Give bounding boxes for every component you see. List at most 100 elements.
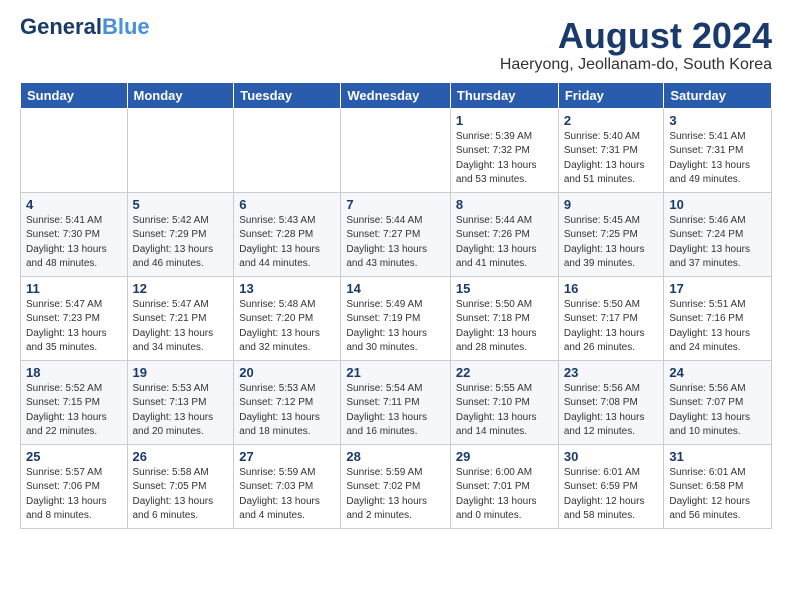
day-number: 12 <box>133 281 229 296</box>
day-info: Sunrise: 5:41 AM Sunset: 7:31 PM Dayligh… <box>669 130 766 188</box>
day-number: 3 <box>669 113 766 128</box>
day-number: 19 <box>133 365 229 380</box>
day-info: Sunrise: 5:39 AM Sunset: 7:32 PM Dayligh… <box>456 130 553 188</box>
table-row: 13 Sunrise: 5:48 AM Sunset: 7:20 PM Dayli… <box>234 276 341 360</box>
day-info: Sunrise: 5:59 AM Sunset: 7:02 PM Dayligh… <box>346 466 445 524</box>
day-info: Sunrise: 5:44 AM Sunset: 7:27 PM Dayligh… <box>346 214 445 272</box>
header-thursday: Thursday <box>450 82 558 108</box>
day-number: 8 <box>456 197 553 212</box>
day-info: Sunrise: 5:48 AM Sunset: 7:20 PM Dayligh… <box>239 298 335 356</box>
day-info: Sunrise: 5:43 AM Sunset: 7:28 PM Dayligh… <box>239 214 335 272</box>
day-info: Sunrise: 5:58 AM Sunset: 7:05 PM Dayligh… <box>133 466 229 524</box>
day-info: Sunrise: 6:01 AM Sunset: 6:59 PM Dayligh… <box>564 466 659 524</box>
logo-text: GeneralBlue <box>20 16 150 38</box>
header-wednesday: Wednesday <box>341 82 451 108</box>
calendar-week-row: 18 Sunrise: 5:52 AM Sunset: 7:15 PM Dayli… <box>21 360 772 444</box>
table-row: 21 Sunrise: 5:54 AM Sunset: 7:11 PM Dayli… <box>341 360 451 444</box>
calendar-week-row: 1 Sunrise: 5:39 AM Sunset: 7:32 PM Daylig… <box>21 108 772 192</box>
day-number: 9 <box>564 197 659 212</box>
header: GeneralBlue August 2024 Haeryong, Jeolla… <box>20 16 772 74</box>
day-number: 14 <box>346 281 445 296</box>
table-row <box>341 108 451 192</box>
table-row: 12 Sunrise: 5:47 AM Sunset: 7:21 PM Dayli… <box>127 276 234 360</box>
table-row: 2 Sunrise: 5:40 AM Sunset: 7:31 PM Daylig… <box>558 108 664 192</box>
table-row: 7 Sunrise: 5:44 AM Sunset: 7:27 PM Daylig… <box>341 192 451 276</box>
day-number: 31 <box>669 449 766 464</box>
day-number: 17 <box>669 281 766 296</box>
table-row: 30 Sunrise: 6:01 AM Sunset: 6:59 PM Dayli… <box>558 444 664 528</box>
table-row: 22Sunrise: 5:55 AM Sunset: 7:10 PM Dayli… <box>450 360 558 444</box>
day-info: Sunrise: 5:57 AM Sunset: 7:06 PM Dayligh… <box>26 466 122 524</box>
header-monday: Monday <box>127 82 234 108</box>
table-row: 4Sunrise: 5:41 AM Sunset: 7:30 PM Daylig… <box>21 192 128 276</box>
day-info: Sunrise: 5:42 AM Sunset: 7:29 PM Dayligh… <box>133 214 229 272</box>
header-saturday: Saturday <box>664 82 772 108</box>
calendar-week-row: 25 Sunrise: 5:57 AM Sunset: 7:06 PM Dayli… <box>21 444 772 528</box>
day-number: 4 <box>26 197 122 212</box>
day-number: 29 <box>456 449 553 464</box>
day-info: Sunrise: 5:47 AM Sunset: 7:21 PM Dayligh… <box>133 298 229 356</box>
table-row: 27 Sunrise: 5:59 AM Sunset: 7:03 PM Dayli… <box>234 444 341 528</box>
day-info: Sunrise: 6:01 AM Sunset: 6:58 PM Dayligh… <box>669 466 766 524</box>
day-info: Sunrise: 5:52 AM Sunset: 7:15 PM Dayligh… <box>26 382 122 440</box>
day-info: Sunrise: 5:53 AM Sunset: 7:13 PM Dayligh… <box>133 382 229 440</box>
day-number: 22 <box>456 365 553 380</box>
header-tuesday: Tuesday <box>234 82 341 108</box>
day-number: 2 <box>564 113 659 128</box>
day-number: 26 <box>133 449 229 464</box>
weekday-header-row: Sunday Monday Tuesday Wednesday Thursday… <box>21 82 772 108</box>
day-number: 7 <box>346 197 445 212</box>
day-info: Sunrise: 5:40 AM Sunset: 7:31 PM Dayligh… <box>564 130 659 188</box>
day-number: 23 <box>564 365 659 380</box>
day-number: 25 <box>26 449 122 464</box>
day-number: 5 <box>133 197 229 212</box>
day-number: 6 <box>239 197 335 212</box>
day-number: 28 <box>346 449 445 464</box>
day-info: Sunrise: 5:59 AM Sunset: 7:03 PM Dayligh… <box>239 466 335 524</box>
table-row: 31 Sunrise: 6:01 AM Sunset: 6:58 PM Dayli… <box>664 444 772 528</box>
table-row: 29 Sunrise: 6:00 AM Sunset: 7:01 PM Dayli… <box>450 444 558 528</box>
table-row: 15 Sunrise: 5:50 AM Sunset: 7:18 PM Dayli… <box>450 276 558 360</box>
table-row: 28 Sunrise: 5:59 AM Sunset: 7:02 PM Dayli… <box>341 444 451 528</box>
table-row: 10Sunrise: 5:46 AM Sunset: 7:24 PM Dayli… <box>664 192 772 276</box>
location-title: Haeryong, Jeollanam-do, South Korea <box>500 56 772 74</box>
day-info: Sunrise: 5:44 AM Sunset: 7:26 PM Dayligh… <box>456 214 553 272</box>
day-info: Sunrise: 5:45 AM Sunset: 7:25 PM Dayligh… <box>564 214 659 272</box>
day-number: 24 <box>669 365 766 380</box>
table-row: 20Sunrise: 5:53 AM Sunset: 7:12 PM Dayli… <box>234 360 341 444</box>
day-info: Sunrise: 6:00 AM Sunset: 7:01 PM Dayligh… <box>456 466 553 524</box>
day-info: Sunrise: 5:54 AM Sunset: 7:11 PM Dayligh… <box>346 382 445 440</box>
day-info: Sunrise: 5:50 AM Sunset: 7:18 PM Dayligh… <box>456 298 553 356</box>
day-number: 18 <box>26 365 122 380</box>
table-row: 23 Sunrise: 5:56 AM Sunset: 7:08 PM Dayli… <box>558 360 664 444</box>
table-row: 24 Sunrise: 5:56 AM Sunset: 7:07 PM Dayli… <box>664 360 772 444</box>
day-info: Sunrise: 5:56 AM Sunset: 7:07 PM Dayligh… <box>669 382 766 440</box>
day-number: 30 <box>564 449 659 464</box>
day-info: Sunrise: 5:53 AM Sunset: 7:12 PM Dayligh… <box>239 382 335 440</box>
day-number: 15 <box>456 281 553 296</box>
header-sunday: Sunday <box>21 82 128 108</box>
table-row: 5 Sunrise: 5:42 AM Sunset: 7:29 PM Daylig… <box>127 192 234 276</box>
table-row: 18 Sunrise: 5:52 AM Sunset: 7:15 PM Dayli… <box>21 360 128 444</box>
header-friday: Friday <box>558 82 664 108</box>
day-number: 16 <box>564 281 659 296</box>
day-number: 1 <box>456 113 553 128</box>
table-row: 6 Sunrise: 5:43 AM Sunset: 7:28 PM Daylig… <box>234 192 341 276</box>
day-info: Sunrise: 5:56 AM Sunset: 7:08 PM Dayligh… <box>564 382 659 440</box>
calendar-week-row: 4Sunrise: 5:41 AM Sunset: 7:30 PM Daylig… <box>21 192 772 276</box>
day-number: 10 <box>669 197 766 212</box>
table-row: 16Sunrise: 5:50 AM Sunset: 7:17 PM Dayli… <box>558 276 664 360</box>
day-info: Sunrise: 5:47 AM Sunset: 7:23 PM Dayligh… <box>26 298 122 356</box>
day-number: 27 <box>239 449 335 464</box>
day-number: 21 <box>346 365 445 380</box>
table-row <box>21 108 128 192</box>
table-row: 14Sunrise: 5:49 AM Sunset: 7:19 PM Dayli… <box>341 276 451 360</box>
title-area: August 2024 Haeryong, Jeollanam-do, Sout… <box>500 16 772 74</box>
logo-accent: Blue <box>102 14 150 39</box>
table-row: 9 Sunrise: 5:45 AM Sunset: 7:25 PM Daylig… <box>558 192 664 276</box>
table-row <box>127 108 234 192</box>
day-number: 13 <box>239 281 335 296</box>
table-row: 3 Sunrise: 5:41 AM Sunset: 7:31 PM Daylig… <box>664 108 772 192</box>
table-row: 25 Sunrise: 5:57 AM Sunset: 7:06 PM Dayli… <box>21 444 128 528</box>
day-info: Sunrise: 5:51 AM Sunset: 7:16 PM Dayligh… <box>669 298 766 356</box>
